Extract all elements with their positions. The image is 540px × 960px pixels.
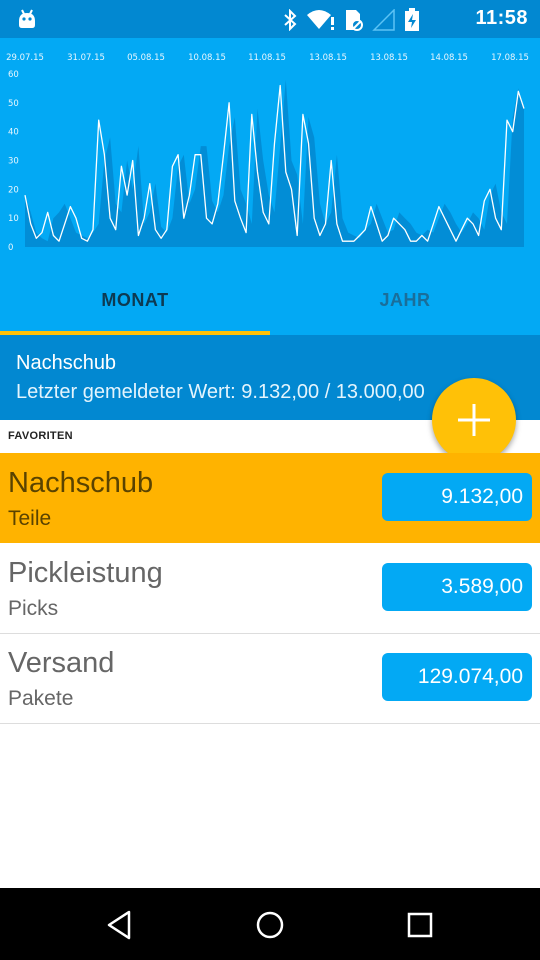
item-name: Nachschub: [8, 467, 154, 499]
tab-jahr[interactable]: JAHR: [270, 265, 540, 335]
y-tick-label: 20: [8, 185, 19, 195]
clock: 11:58: [475, 7, 528, 29]
bluetooth-icon: [284, 9, 297, 31]
recents-icon[interactable]: [403, 908, 437, 942]
list-item-nachschub[interactable]: Nachschub Teile 9.132,00: [0, 453, 540, 543]
item-value-button[interactable]: 3.589,00: [382, 563, 532, 611]
item-name: Pickleistung: [8, 557, 163, 589]
sim-alert-icon: [346, 10, 363, 31]
series-area: [25, 79, 524, 247]
tab-monat[interactable]: MONAT: [0, 265, 270, 335]
y-tick-label: 50: [8, 99, 19, 109]
x-tick-label: 10.08.15: [188, 53, 226, 63]
x-tick-label: 31.07.15: [67, 53, 105, 63]
y-tick-label: 60: [8, 70, 19, 80]
android-icon: [16, 8, 38, 34]
x-tick-label: 13.08.15: [309, 53, 347, 63]
item-unit: Picks: [8, 597, 59, 620]
summary-subtitle: Letzter gemeldeter Wert: 9.132,00 / 13.0…: [16, 381, 425, 403]
signal-icon: [372, 9, 395, 31]
list-item-pickleistung[interactable]: Pickleistung Picks 3.589,00: [0, 543, 540, 634]
usage-chart: 29.07.15 31.07.15 05.08.15 10.08.15 11.08.15…: [6, 53, 529, 253]
y-tick-label: 0: [8, 243, 13, 253]
item-name: Versand: [8, 647, 115, 679]
navigation-bar: [0, 888, 540, 960]
back-icon[interactable]: [103, 908, 137, 942]
summary-title: Nachschub: [16, 352, 117, 374]
item-value-button[interactable]: 9.132,00: [382, 473, 532, 521]
x-tick-label: 17.08.15: [491, 53, 529, 63]
add-button[interactable]: [432, 378, 516, 462]
chart-area: 29.07.15 31.07.15 05.08.15 10.08.15 11.08.15…: [0, 38, 540, 265]
item-unit: Pakete: [8, 687, 74, 710]
x-tick-label: 11.08.15: [248, 53, 286, 63]
x-tick-label: 05.08.15: [127, 53, 165, 63]
x-tick-label: 29.07.15: [6, 53, 44, 63]
list-item-versand[interactable]: Versand Pakete 129.074,00: [0, 633, 540, 724]
y-tick-label: 10: [8, 214, 19, 224]
home-icon[interactable]: [253, 908, 287, 942]
status-icons: [282, 8, 420, 32]
y-tick-label: 30: [8, 157, 19, 167]
battery-charging-icon: [405, 8, 419, 31]
tab-bar: MONAT JAHR: [0, 265, 540, 335]
y-tick-label: 40: [8, 128, 19, 138]
x-tick-label: 14.08.15: [430, 53, 468, 63]
item-unit: Teile: [8, 507, 52, 530]
item-value-button[interactable]: 129.074,00: [382, 653, 532, 701]
wifi-icon: [307, 10, 334, 30]
status-bar: 11:58: [0, 0, 540, 38]
favorites-header: FAVORITEN: [8, 430, 73, 442]
plus-icon: [458, 404, 490, 436]
x-tick-label: 13.08.15: [370, 53, 408, 63]
